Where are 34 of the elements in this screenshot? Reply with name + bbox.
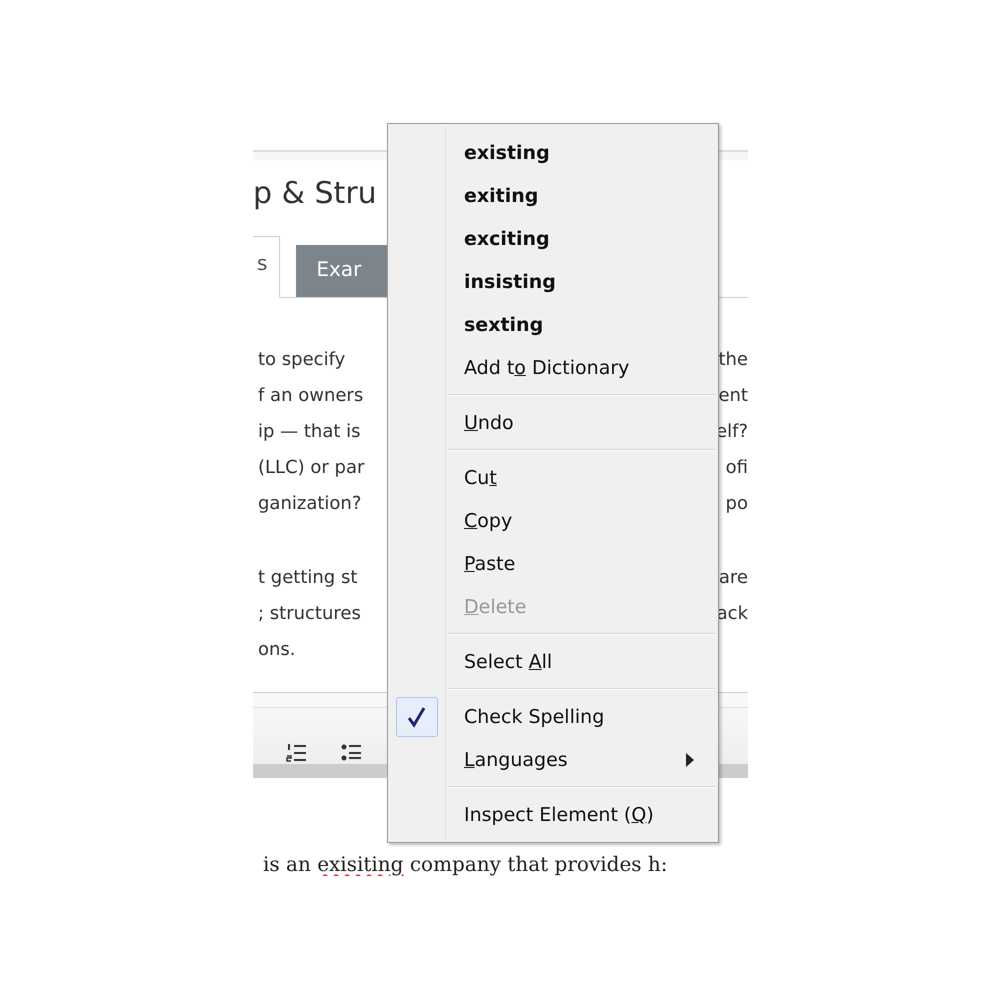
editor-text: is an exisiting company that provides h: [263, 852, 668, 876]
tab[interactable]: s [253, 236, 280, 298]
text-fragment: ofi [726, 456, 748, 480]
menu-item[interactable]: Add to Dictionary [464, 356, 630, 378]
menu-item[interactable]: Select All [464, 650, 552, 672]
text-fragment: ganization? [258, 492, 362, 516]
menu-item[interactable]: exciting [464, 228, 550, 250]
text-fragment: ack [716, 602, 748, 626]
text-fragment: (LLC) or par [258, 456, 364, 480]
menu-item[interactable]: Cut [464, 466, 497, 488]
menu-item[interactable]: existing [464, 142, 550, 164]
text-fragment: f an owners [258, 384, 364, 408]
text-fragment: t getting st [258, 566, 358, 590]
menu-item[interactable]: insisting [464, 270, 556, 292]
menu-item[interactable]: exiting [464, 184, 538, 206]
text-fragment: ons. [258, 638, 296, 662]
menu-item[interactable]: Undo [464, 412, 514, 434]
submenu-arrow-icon [686, 753, 694, 767]
menu-item[interactable]: Inspect Element (Q) [464, 804, 654, 826]
menu-item[interactable]: Check Spelling [464, 706, 604, 728]
text-fragment: ip — that is [258, 420, 361, 444]
page-heading: p & Stru [253, 176, 377, 211]
text-fragment: ; structures [258, 602, 361, 626]
menu-item[interactable]: sexting [464, 314, 544, 336]
text-fragment: are [718, 566, 748, 590]
menu-item[interactable]: Copy [464, 510, 512, 532]
menu-item[interactable]: Languages [464, 748, 568, 770]
text-fragment: ent [718, 384, 748, 408]
text-fragment: to specify [258, 348, 346, 372]
bulleted-list-icon [341, 743, 362, 763]
menu-item[interactable]: Paste [464, 552, 516, 574]
text-fragment: the [718, 348, 748, 372]
numbered-list-icon [286, 743, 307, 763]
text-fragment: po [726, 492, 748, 516]
